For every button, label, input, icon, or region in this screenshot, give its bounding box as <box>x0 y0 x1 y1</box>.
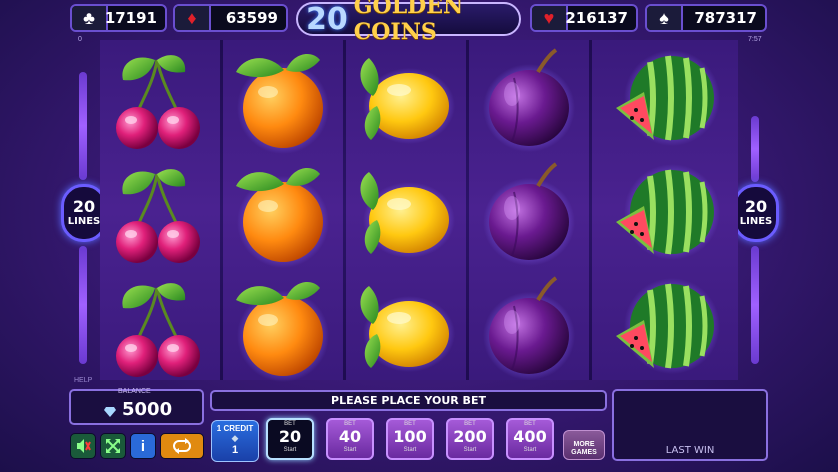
club-icon: ♣ <box>72 6 108 30</box>
fullscreen-button[interactable] <box>100 433 126 459</box>
gem-icon <box>104 404 116 417</box>
plum-symbol <box>474 160 584 270</box>
info-icon: i <box>140 437 146 455</box>
credit-title: 1 CREDIT <box>216 424 254 433</box>
bet-button-200[interactable]: BET 200 Start <box>446 418 494 460</box>
left-line-bar-bottom <box>79 246 87 364</box>
logo-number: 20 <box>306 1 348 37</box>
bet-start-label: Start <box>283 447 297 453</box>
autoplay-icon <box>173 438 191 454</box>
game-logo: 20 GOLDEN COINS <box>296 0 521 45</box>
message-bar: PLEASE PLACE YOUR BET <box>210 390 607 411</box>
watermelon-symbol <box>610 160 720 270</box>
autoplay-button[interactable] <box>160 433 204 459</box>
info-button[interactable]: i <box>130 433 156 459</box>
help-label[interactable]: HELP <box>74 377 92 384</box>
bet-value: 400 <box>513 427 547 446</box>
sound-button[interactable] <box>70 433 96 459</box>
bet-button-20[interactable]: BET 20 Start <box>266 418 314 460</box>
jackpot-hearts: ♥ 216137 <box>530 4 638 32</box>
watermelon-symbol <box>610 46 720 156</box>
lines-count: 20 <box>744 197 768 216</box>
bet-value: 100 <box>393 427 427 446</box>
lines-indicator-right: 20 LINES <box>733 184 779 242</box>
bet-start-label: Start <box>523 447 537 453</box>
jackpot-value: 787317 <box>694 9 757 27</box>
right-line-bar-top <box>751 116 759 182</box>
credit-button[interactable]: 1 CREDIT ◆ 1 <box>211 420 259 462</box>
bet-value: 40 <box>338 427 362 446</box>
cherry-symbol <box>105 274 215 384</box>
clock: 7:57 <box>748 36 762 43</box>
jackpot-clubs: ♣ 17191 <box>70 4 167 32</box>
plum-symbol <box>474 46 584 156</box>
reel-area <box>100 40 738 380</box>
jackpot-value: 216137 <box>565 9 628 27</box>
balance-label: BALANCE <box>118 388 151 395</box>
bet-button-100[interactable]: BET 100 Start <box>386 418 434 460</box>
jackpot-spades: ♠ 787317 <box>645 4 767 32</box>
top-bar: ♣ 17191 ♦ 63599 20 GOLDEN COINS ♥ 216137… <box>0 0 838 45</box>
last-win-panel: LAST WIN <box>612 389 768 461</box>
cherry-symbol <box>105 46 215 156</box>
jackpot-value: 17191 <box>104 9 157 27</box>
lines-count: 20 <box>72 197 96 216</box>
bet-value: 200 <box>453 427 487 446</box>
right-line-bar-bottom <box>751 246 759 364</box>
lemon-symbol <box>351 274 461 384</box>
lines-label: LINES <box>67 216 101 227</box>
diamond-icon: ♦ <box>175 6 211 30</box>
heart-icon: ♥ <box>532 6 568 30</box>
sound-icon <box>77 439 91 453</box>
lemon-symbol <box>351 160 461 270</box>
bet-start-label: Start <box>403 447 417 453</box>
cherry-symbol <box>105 160 215 270</box>
lines-label: LINES <box>739 216 773 227</box>
corner-indicator: 0 <box>78 36 82 43</box>
more-games-button[interactable]: MORE GAMES <box>563 430 605 460</box>
last-win-label: LAST WIN <box>665 445 715 456</box>
bet-start-label: Start <box>343 447 357 453</box>
bet-button-400[interactable]: BET 400 Start <box>506 418 554 460</box>
orange-symbol <box>228 160 338 270</box>
watermelon-symbol <box>610 274 720 384</box>
logo-text: GOLDEN COINS <box>353 0 464 45</box>
orange-symbol <box>228 274 338 384</box>
lemon-symbol <box>351 46 461 156</box>
balance-value: 5000 <box>122 399 173 420</box>
bet-button-40[interactable]: BET 40 Start <box>326 418 374 460</box>
credit-coin-icon: ◆ <box>231 433 239 443</box>
bet-value: 20 <box>278 427 302 446</box>
bet-start-label: Start <box>463 447 477 453</box>
spade-icon: ♠ <box>647 6 683 30</box>
jackpot-diamonds: ♦ 63599 <box>173 4 288 32</box>
orange-symbol <box>228 46 338 156</box>
fullscreen-icon <box>106 439 120 453</box>
credit-value: 1 <box>231 444 239 456</box>
plum-symbol <box>474 274 584 384</box>
jackpot-value: 63599 <box>225 9 278 27</box>
left-line-bar-top <box>79 72 87 180</box>
